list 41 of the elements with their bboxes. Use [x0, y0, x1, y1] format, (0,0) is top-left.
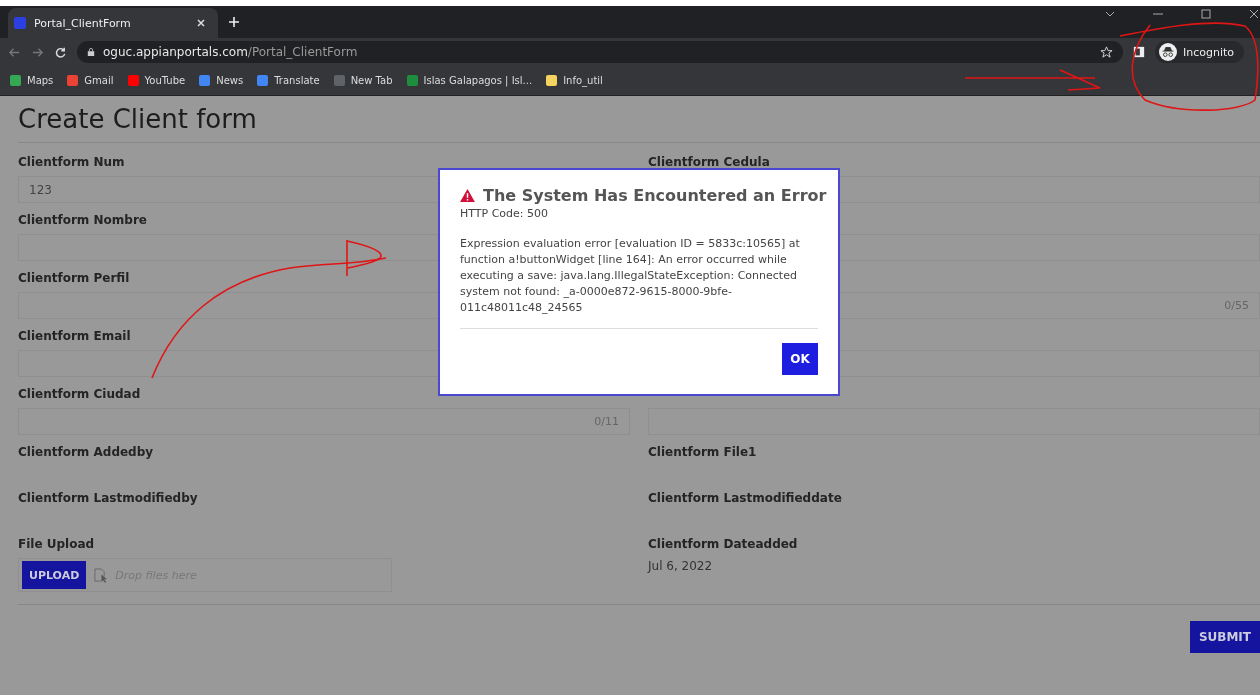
bookmark-item[interactable]: Islas Galapagos | Isl...: [406, 75, 533, 86]
field-label: Clientform Num: [18, 154, 125, 171]
incognito-icon: [1158, 43, 1177, 61]
field-label: Clientform File1: [648, 444, 757, 461]
submit-button[interactable]: SUBMIT: [1189, 621, 1260, 653]
field-label: Clientform Nombre: [18, 212, 147, 229]
new-tab-icon[interactable]: [228, 16, 240, 28]
field-label: Clientform Cedula: [648, 154, 770, 171]
site-logo-icon: [14, 17, 26, 29]
side-panel-icon[interactable]: [1132, 46, 1145, 58]
upload-button[interactable]: UPLOAD: [22, 561, 87, 589]
file-cursor-icon: [94, 567, 108, 583]
warning-icon: [460, 189, 475, 202]
star-icon[interactable]: [1099, 45, 1113, 59]
profile-button[interactable]: Incognito: [1154, 41, 1244, 63]
field-label: Clientform Dateadded: [648, 536, 798, 553]
bookmark-item[interactable]: New Tab: [333, 75, 393, 86]
page-title: Create Client form: [18, 104, 1260, 143]
bookmark-item[interactable]: Maps: [10, 75, 54, 86]
reload-icon[interactable]: [54, 45, 67, 59]
browser-tab[interactable]: Portal_ClientForm: [8, 8, 218, 38]
field-label: Clientform Email: [18, 328, 131, 345]
error-message: Expression evaluation error [evaluation ID = 5833c:10565] at function a!buttonWidget [line 164]: An error occurred while executing a save: java.lang.IllegalStateException: Connected system not found: _a-0000e872-9615-8000-9bfe-011c48011c48_24565: [460, 236, 818, 329]
bookmark-item[interactable]: Gmail: [67, 75, 114, 86]
field-label: File Upload: [18, 536, 95, 553]
http-code-text: HTTP Code: 500: [460, 207, 549, 220]
field-label: Clientform Ciudad: [18, 386, 141, 403]
field-value: Jul 6, 2022: [648, 559, 714, 573]
bookmark-item[interactable]: YouTube: [127, 75, 186, 86]
field-label: Clientform Perfil: [18, 270, 130, 287]
field-label: Clientform Addedby: [18, 444, 154, 461]
address-bar[interactable]: oguc.appianportals.com/Portal_ClientForm: [77, 41, 1123, 63]
bookmark-item[interactable]: News: [199, 75, 244, 86]
close-icon[interactable]: [1248, 8, 1260, 20]
maximize-icon[interactable]: [1200, 8, 1212, 20]
ok-button[interactable]: OK: [782, 343, 818, 375]
field-label: Clientform Lastmodifiedby: [18, 490, 198, 507]
field-label: Clientform Lastmodifieddate: [648, 490, 842, 507]
lock-icon: [87, 47, 95, 57]
bookmark-item[interactable]: Translate: [257, 75, 320, 86]
bookmark-item[interactable]: Info_util: [546, 75, 603, 86]
